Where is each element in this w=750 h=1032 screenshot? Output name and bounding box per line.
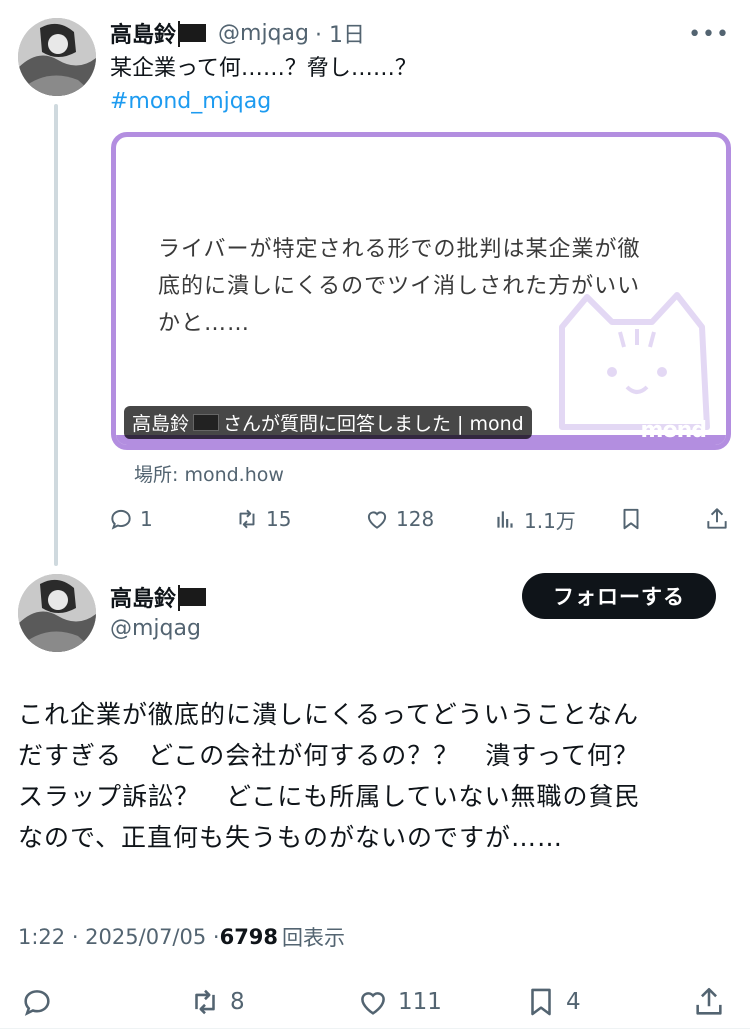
tweet-text-line: スラップ訴訟？ どこにも所属していない無職の貧民 [18, 782, 641, 811]
bookmark-icon [531, 988, 551, 1016]
card-line: 底的に潰しにくるのでツイ消しされた方がいい [158, 274, 641, 299]
tweet-text-line: なので、正直何も失うものがないのですが…… [18, 823, 564, 852]
card-line: ライバーが特定される形での批判は某企業が徹 [158, 237, 641, 262]
tweet-text-line: これ企業が徹底的に潰しにくるってどういうことなん [18, 700, 640, 729]
analytics-icon [497, 511, 513, 528]
mond-logo: mond [640, 418, 707, 443]
user-handle[interactable]: @mjqag [218, 21, 309, 46]
views-label: 回表示 [282, 926, 346, 950]
tweet-meta: 1:22 · 2025/07/05 · 6798 回表示 [18, 922, 345, 952]
heart-icon [367, 511, 387, 529]
share-icon [707, 508, 727, 529]
retweet-button[interactable]: 15 [234, 504, 291, 534]
retweet-icon [239, 509, 255, 529]
views-count: 6798 [219, 925, 279, 949]
bookmark-icon [623, 508, 639, 530]
retweet-icon [195, 989, 215, 1015]
tweet-header: 高島鈴 [110, 580, 207, 614]
tweet-text: 某企業って何……？脅し……？ [110, 56, 417, 81]
hashtag-link[interactable]: #mond_mjqag [110, 85, 271, 119]
mond-card[interactable]: ライバーが特定される形での批判は某企業が徹 底的に潰しにくるのでツイ消しされた方… [111, 132, 731, 450]
retweet-count: 8 [230, 989, 245, 1015]
card-caption: 高島鈴 さんが質問に回答しました | mond [124, 406, 532, 439]
tweet-text-line: だすぎる どこの会社が何するの？？ 潰すって何？ [18, 741, 640, 770]
tweet-text: これ企業が徹底的に潰しにくるってどういうことなん だすぎる どこの会社が何するの… [18, 694, 718, 858]
reply-count: 1 [140, 507, 153, 531]
views-button[interactable]: 1.1万 [492, 504, 576, 534]
thread-line [54, 104, 58, 566]
retweet-button[interactable]: 8 [188, 982, 245, 1022]
tweet-header: 高島鈴 @mjqag · 1日 [110, 16, 365, 50]
share-button[interactable] [704, 504, 730, 534]
user-handle[interactable]: @mjqag [110, 612, 201, 646]
card-source[interactable]: 場所: mond.how [134, 460, 284, 487]
avatar[interactable] [18, 18, 96, 96]
card-question-text: ライバーが特定される形での批判は某企業が徹 底的に潰しにくるのでツイ消しされた方… [158, 231, 698, 342]
display-name[interactable]: 高島鈴 [110, 17, 176, 49]
divider [0, 1028, 750, 1029]
reply-button[interactable]: 1 [108, 504, 153, 534]
view-count: 1.1万 [524, 508, 576, 533]
timestamp[interactable]: · 1日 [315, 17, 365, 49]
card-line: かと…… [158, 311, 251, 336]
follow-button[interactable]: フォローする [522, 573, 716, 619]
black-flag-icon [193, 414, 220, 431]
display-name[interactable]: 高島鈴 [110, 581, 176, 613]
avatar[interactable] [18, 574, 96, 652]
reply-button[interactable] [20, 982, 54, 1022]
avatar-image [18, 574, 96, 652]
caption-name: 高島鈴 [132, 413, 190, 435]
reply-icon [24, 990, 50, 1016]
retweet-count: 15 [266, 507, 292, 531]
bookmark-count: 4 [566, 989, 581, 1015]
tweet-actions: 8 111 4 [0, 982, 750, 1022]
like-count: 111 [398, 989, 442, 1015]
bookmark-button[interactable] [618, 504, 644, 534]
bookmark-button[interactable]: 4 [524, 982, 581, 1022]
share-icon [696, 987, 722, 1015]
share-button[interactable] [692, 982, 726, 1022]
reply-icon [111, 509, 131, 530]
tweet-actions: 1 15 128 1.1万 [0, 504, 750, 534]
black-flag-icon [178, 21, 207, 47]
caption-text: さんが質問に回答しました | mond [223, 413, 524, 435]
like-count: 128 [396, 507, 435, 531]
like-button[interactable]: 111 [356, 982, 442, 1022]
black-flag-icon [178, 585, 207, 611]
like-button[interactable]: 128 [364, 504, 434, 534]
more-options-icon[interactable]: ••• [688, 22, 730, 47]
heart-icon [361, 992, 385, 1015]
avatar-image [18, 18, 96, 96]
timestamp[interactable]: 1:22 · 2025/07/05 · [18, 925, 220, 949]
